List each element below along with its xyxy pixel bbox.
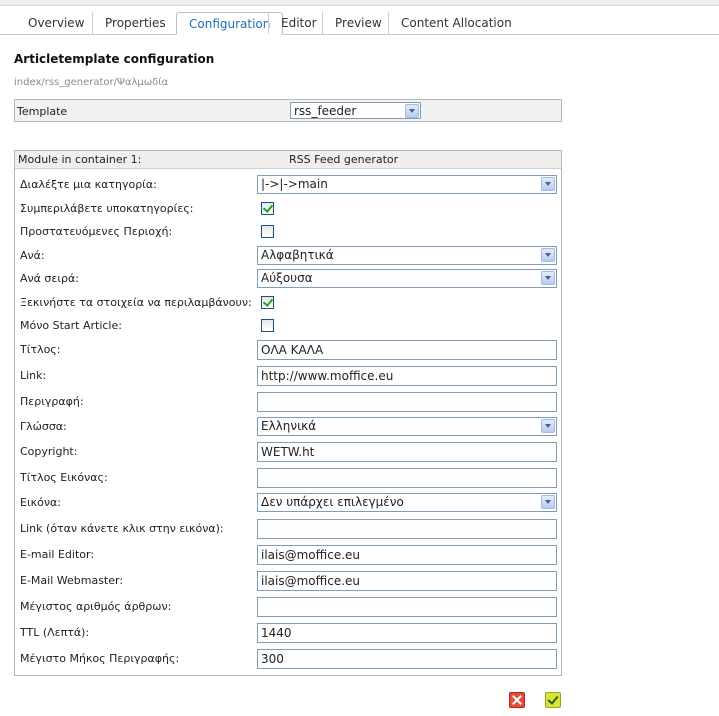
cancel-icon[interactable] — [509, 692, 525, 708]
tab-properties[interactable]: Properties — [92, 12, 178, 34]
field-row-protected: Προστατευόμενες Περιοχή: — [15, 220, 561, 244]
field-label: Μέγιστος αριθμός άρθρων: — [20, 600, 172, 613]
subcategories-checkbox[interactable] — [261, 202, 274, 215]
tab-content-allocation[interactable]: Content Allocation — [388, 12, 524, 34]
sort-by-select[interactable]: Αλφαβητικά — [257, 246, 557, 265]
field-row-only-start: Μόνο Start Article: — [15, 314, 561, 338]
page-title: Articletemplate configuration — [14, 52, 215, 66]
module-panel: Module in container 1: RSS Feed generato… — [14, 150, 562, 676]
sort-order-select[interactable]: Αύξουσα — [257, 269, 557, 288]
field-label: Copyright: — [20, 445, 78, 458]
field-row-copyright: Copyright: WETW.ht — [15, 440, 561, 464]
protected-area-checkbox[interactable] — [261, 225, 274, 238]
save-check-icon[interactable] — [545, 692, 561, 708]
chevron-down-icon[interactable] — [541, 419, 555, 433]
include-start-checkbox[interactable] — [261, 296, 274, 309]
field-row-image: Εικόνα: Δεν υπάρχει επιλεγμένο — [15, 491, 561, 515]
link-input[interactable]: http://www.moffice.eu — [257, 366, 557, 386]
select-value: |->|->main — [261, 177, 328, 191]
field-row-description: Περιγραφή: — [15, 390, 561, 414]
module-header-value: RSS Feed generator — [289, 153, 399, 166]
field-label: Γλώσσα: — [20, 420, 67, 433]
template-select[interactable]: rss_feeder — [290, 102, 421, 119]
field-label: Εικόνα: — [20, 496, 61, 509]
only-start-article-checkbox[interactable] — [261, 319, 274, 332]
field-label: Συμπεριλάβετε υποκατηγορίες: — [20, 202, 194, 215]
field-label: Διαλέξτε μια κατηγορία: — [20, 178, 157, 191]
field-label: TTL (Λεπτά): — [20, 626, 90, 639]
template-panel: Template rss_feeder — [14, 99, 562, 122]
field-row-link: Link: http://www.moffice.eu — [15, 364, 561, 388]
field-label: Μέγιστο Μήκος Περιγραφής: — [20, 652, 180, 665]
field-row-max-articles: Μέγιστος αριθμός άρθρων: — [15, 595, 561, 619]
field-row-title: Τίτλος: ΟΛΑ ΚΑΛΑ — [15, 338, 561, 362]
description-input[interactable] — [257, 392, 557, 412]
field-label: Ανά σειρά: — [20, 272, 79, 285]
select-value: Δεν υπάρχει επιλεγμένο — [261, 495, 404, 509]
tab-overview[interactable]: Overview — [16, 12, 97, 34]
email-editor-input[interactable]: ilais@moffice.eu — [257, 545, 557, 565]
copyright-input[interactable]: WETW.ht — [257, 442, 557, 462]
chevron-down-icon[interactable] — [541, 177, 555, 191]
field-label: Τίτλος Εικόνας: — [20, 471, 108, 484]
select-value: Αλφαβητικά — [261, 248, 334, 262]
field-label: Τίτλος: — [20, 343, 61, 356]
tab-bar: Overview Properties Configuration Editor… — [0, 0, 719, 35]
field-row-image-link: Link (όταν κάνετε κλικ στην εικόνα): — [15, 517, 561, 541]
field-row-include-start: Ξεκινήστε τα στοιχεία να περιλαμβάνουν: — [15, 291, 561, 315]
field-row-max-description-length: Μέγιστο Μήκος Περιγραφής: 300 — [15, 647, 561, 671]
module-header-label: Module in container 1: — [18, 153, 142, 166]
breadcrumb: index/rss_generator/Ψαλμωδία — [14, 77, 169, 88]
field-row-category: Διαλέξτε μια κατηγορία: |->|->main — [15, 173, 561, 197]
field-label: Ξεκινήστε τα στοιχεία να περιλαμβάνουν: — [20, 296, 252, 309]
image-link-input[interactable] — [257, 519, 557, 539]
image-select[interactable]: Δεν υπάρχει επιλεγμένο — [257, 493, 557, 512]
chevron-down-icon[interactable] — [541, 271, 555, 285]
field-label: Ανά: — [20, 249, 45, 262]
field-label: Μόνο Start Article: — [20, 319, 122, 332]
field-label: Link (όταν κάνετε κλικ στην εικόνα): — [20, 522, 224, 535]
field-label: Περιγραφή: — [20, 395, 84, 408]
field-label: Link: — [20, 369, 47, 382]
language-select[interactable]: Ελληνικά — [257, 417, 557, 436]
image-title-input[interactable] — [257, 468, 557, 488]
field-row-image-title: Τίτλος Εικόνας: — [15, 466, 561, 490]
field-label: Προστατευόμενες Περιοχή: — [20, 225, 173, 238]
field-row-email-webmaster: E-Mail Webmaster: ilais@moffice.eu — [15, 569, 561, 593]
module-header: Module in container 1: RSS Feed generato… — [15, 151, 561, 169]
chevron-down-icon[interactable] — [541, 248, 555, 262]
field-label: E-mail Editor: — [20, 548, 95, 561]
max-articles-input[interactable] — [257, 597, 557, 617]
field-label: E-Mail Webmaster: — [20, 574, 124, 587]
email-webmaster-input[interactable]: ilais@moffice.eu — [257, 571, 557, 591]
category-select[interactable]: |->|->main — [257, 175, 557, 194]
template-select-value: rss_feeder — [294, 104, 357, 118]
field-row-sort-order: Ανά σειρά: Αύξουσα — [15, 267, 561, 291]
select-value: Αύξουσα — [261, 271, 313, 285]
top-strip — [0, 0, 719, 6]
chevron-down-icon[interactable] — [405, 104, 419, 118]
chevron-down-icon[interactable] — [541, 495, 555, 509]
field-row-ttl: TTL (Λεπτά): 1440 — [15, 621, 561, 645]
tab-preview[interactable]: Preview — [322, 12, 394, 34]
ttl-input[interactable]: 1440 — [257, 623, 557, 643]
field-row-subcategories: Συμπεριλάβετε υποκατηγορίες: — [15, 197, 561, 221]
max-description-length-input[interactable]: 300 — [257, 649, 557, 669]
template-label: Template — [17, 105, 68, 118]
tab-editor[interactable]: Editor — [268, 12, 329, 34]
select-value: Ελληνικά — [261, 419, 317, 433]
field-row-email-editor: E-mail Editor: ilais@moffice.eu — [15, 543, 561, 567]
field-row-language: Γλώσσα: Ελληνικά — [15, 415, 561, 439]
title-input[interactable]: ΟΛΑ ΚΑΛΑ — [257, 340, 557, 360]
field-row-sort-by: Ανά: Αλφαβητικά — [15, 244, 561, 268]
